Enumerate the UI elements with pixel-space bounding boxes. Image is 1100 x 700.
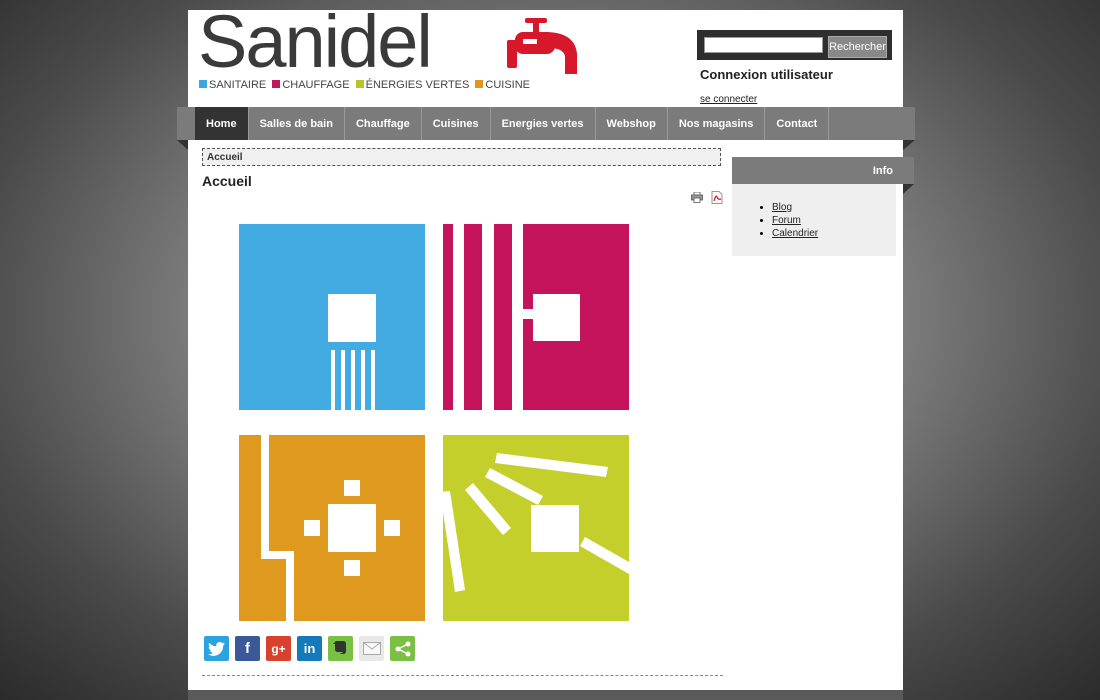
nav-item-energies-vertes[interactable]: Energies vertes (491, 107, 596, 140)
login-link[interactable]: se connecter (700, 94, 757, 105)
sidebar-fold (903, 184, 914, 194)
tagline-item-cuisine: CUISINE (475, 79, 530, 91)
logo-tagline: SANITAIRE CHAUFFAGE ÉNERGIES VERTES CUIS… (199, 79, 533, 91)
search-box: Rechercher (697, 30, 892, 60)
nav-item-contact[interactable]: Contact (765, 107, 830, 140)
page-title: Accueil (202, 173, 252, 189)
login-title: Connexion utilisateur (700, 67, 833, 82)
sidebar-links: Blog Forum Calendrier (772, 202, 818, 241)
tagline-item-sanitaire: SANITAIRE (199, 79, 266, 91)
nav-item-nos-magasins[interactable]: Nos magasins (668, 107, 766, 140)
sidebar-link-forum[interactable]: Forum (772, 215, 818, 226)
sidebar-info-box: Blog Forum Calendrier (732, 184, 896, 256)
sidebar-link-calendrier[interactable]: Calendrier (772, 228, 818, 239)
search-input[interactable] (704, 37, 823, 53)
nav-item-cuisines[interactable]: Cuisines (422, 107, 491, 140)
page-footer-bar (188, 690, 903, 700)
twitter-icon[interactable] (204, 636, 229, 661)
nav-items: Home Salles de bain Chauffage Cuisines E… (195, 107, 830, 140)
google-plus-icon[interactable]: g+ (266, 636, 291, 661)
tagline-item-energies: ÉNERGIES VERTES (355, 79, 469, 91)
sidebar-title: Info (732, 157, 914, 184)
nav-fold-right (903, 140, 915, 150)
category-tiles-graphic (239, 224, 629, 621)
sidebar-link-blog[interactable]: Blog (772, 202, 818, 213)
nav-item-home[interactable]: Home (195, 107, 249, 140)
nav-fold-left (177, 140, 188, 150)
evernote-icon[interactable] (328, 636, 353, 661)
breadcrumb: Accueil (202, 148, 721, 166)
content-divider (202, 675, 723, 676)
nav-item-salles-de-bain[interactable]: Salles de bain (249, 107, 345, 140)
site-logo[interactable]: Sanidel (198, 2, 433, 82)
email-icon[interactable] (359, 636, 384, 661)
tagline-item-chauffage: CHAUFFAGE (272, 79, 350, 91)
facebook-icon[interactable]: f (235, 636, 260, 661)
nav-item-webshop[interactable]: Webshop (596, 107, 668, 140)
nav-item-chauffage[interactable]: Chauffage (345, 107, 422, 140)
cuisine-tile[interactable] (239, 435, 425, 621)
share-icon[interactable] (390, 636, 415, 661)
search-button[interactable]: Rechercher (828, 36, 887, 58)
pdf-icon[interactable] (711, 191, 723, 204)
faucet-logo-icon (507, 18, 577, 74)
linkedin-icon[interactable]: in (297, 636, 322, 661)
printer-icon[interactable] (691, 192, 703, 203)
social-share-bar: f g+ in (204, 636, 415, 661)
chauffage-tile[interactable] (443, 224, 629, 410)
sanitaire-tile[interactable] (239, 224, 425, 410)
energies-vertes-tile[interactable] (440, 435, 629, 621)
